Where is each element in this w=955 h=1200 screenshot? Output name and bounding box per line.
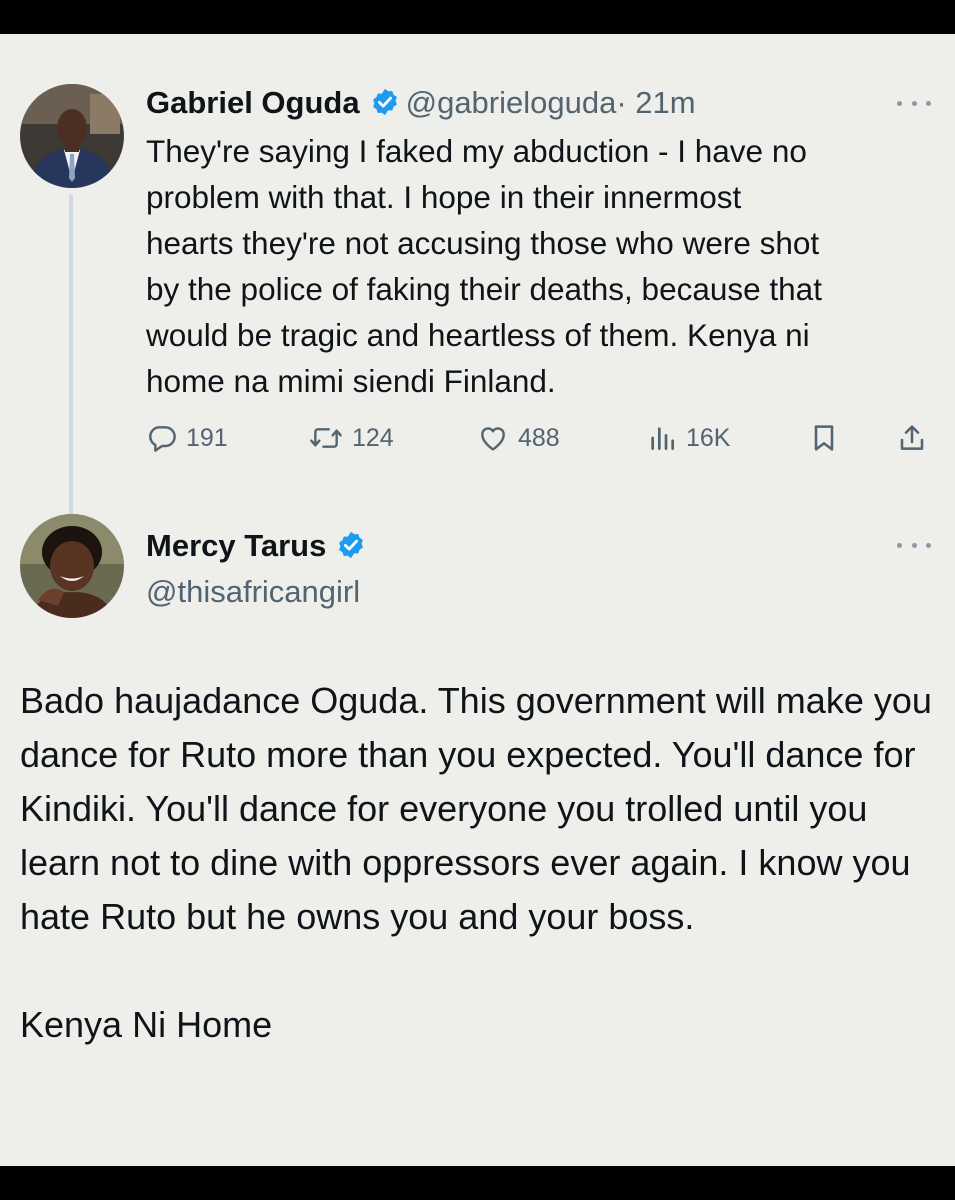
repost-button[interactable]: 124: [308, 418, 394, 458]
tweet-paragraph: Bado haujadance Oguda. This government w…: [20, 680, 932, 937]
repost-icon: [310, 428, 342, 448]
author-name[interactable]: Gabriel Oguda: [146, 85, 360, 120]
verified-badge-icon: [336, 530, 366, 576]
author-handle[interactable]: @gabrieloguda: [406, 85, 617, 120]
repost-count: 124: [352, 423, 394, 452]
more-icon[interactable]: [897, 98, 931, 108]
verified-badge-icon: [370, 87, 400, 132]
tweet-timestamp[interactable]: · 21m: [616, 85, 695, 120]
views-count: 16K: [686, 423, 731, 452]
screenshot-content: Gabriel Oguda @gabrieloguda· 21m They're …: [0, 34, 955, 1166]
author-handle[interactable]: @thisafricangirl: [146, 572, 360, 612]
bookmark-icon: [814, 425, 834, 451]
thread-connector-line: [69, 194, 73, 532]
reply-count: 191: [186, 423, 228, 452]
like-button[interactable]: 488: [476, 418, 560, 458]
reply-icon: [149, 426, 176, 452]
avatar-mercy-tarus[interactable]: [20, 514, 124, 618]
avatar-gabriel-oguda[interactable]: [20, 84, 124, 188]
tweet-2-header: Mercy Tarus: [146, 526, 372, 576]
views-button[interactable]: 16K: [646, 418, 730, 458]
more-icon[interactable]: [897, 540, 931, 550]
share-button[interactable]: [896, 418, 928, 458]
tweet-1-header: Gabriel Oguda @gabrieloguda· 21m: [146, 84, 696, 132]
tweet-paragraph: Kenya Ni Home: [20, 1004, 273, 1045]
bookmark-button[interactable]: [808, 418, 840, 458]
author-name[interactable]: Mercy Tarus: [146, 528, 326, 563]
like-icon: [481, 427, 505, 451]
views-icon: [651, 427, 674, 450]
reply-button[interactable]: 191: [146, 418, 228, 458]
tweet-1-text: They're saying I faked my abduction - I …: [146, 133, 822, 399]
tweet-2-text: Bado haujadance Oguda. This government w…: [20, 674, 940, 1052]
share-icon: [900, 425, 924, 450]
like-count: 488: [518, 423, 560, 452]
tweet-1-actions: 191 124 488 16K: [146, 418, 936, 458]
